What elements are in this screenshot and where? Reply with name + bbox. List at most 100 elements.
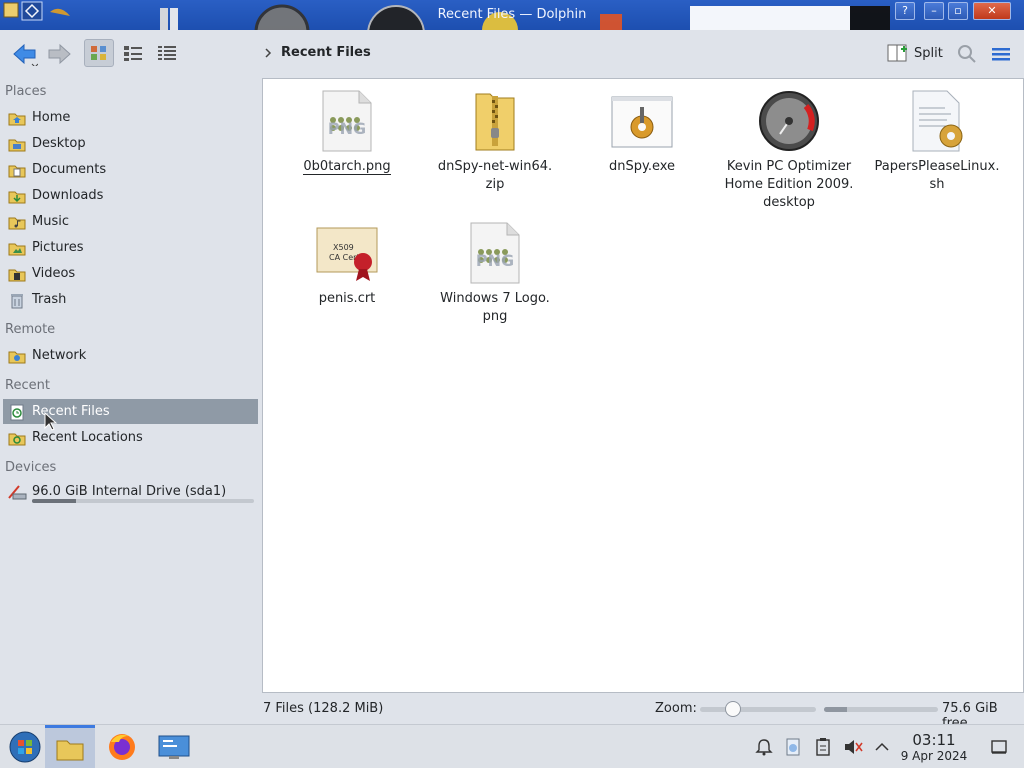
zoom-label: Zoom: [655,701,697,716]
sidebar-item-label: Documents [32,162,107,177]
volume-muted-icon [845,740,863,754]
file-item[interactable]: PNG 0b0tarch.png [277,89,417,176]
hard-drive-icon [7,483,27,501]
file-name: PapersPleaseLinux. sh [874,159,1000,192]
maximize-button[interactable]: ▫ [948,2,968,20]
exe-gear-icon [610,89,674,153]
chevron-right-icon [265,47,272,58]
forward-arrow-icon [48,43,71,65]
status-bar: 7 Files (128.2 MiB) Zoom: 75.6 GiB free [262,696,1024,731]
clock-date: 9 Apr 2024 [900,749,968,763]
digital-clock[interactable]: 03:11 9 Apr 2024 [896,731,972,764]
search-button[interactable] [954,39,980,69]
pictures-folder-icon [7,239,27,257]
breadcrumb[interactable]: Recent Files [264,45,371,60]
sidebar-item-desktop[interactable]: Desktop [3,131,258,156]
search-icon [958,45,976,63]
sidebar-item-pictures[interactable]: Pictures [3,235,258,260]
section-places: Places [5,84,47,99]
section-recent: Recent [5,378,50,393]
sidebar-item-label: Downloads [32,188,104,203]
folder-icon [56,740,84,760]
videos-folder-icon [7,265,27,283]
hamburger-menu-icon [992,48,1010,61]
breadcrumb-current[interactable]: Recent Files [281,45,371,60]
downloads-folder-icon [7,187,27,205]
file-item[interactable]: Kevin PC Optimizer Home Edition 2009. de… [719,89,859,212]
hamburger-menu-button[interactable] [988,39,1014,69]
sidebar-item-trash[interactable]: Trash [3,287,258,312]
desktop-folder-icon [7,135,27,153]
script-icon [905,89,969,153]
sidebar-item-label: Music [32,214,69,229]
sidebar-item-label: Videos [32,266,76,281]
taskbar-system-settings[interactable] [149,725,199,768]
close-button[interactable]: ✕ [973,2,1011,20]
back-button[interactable] [8,39,40,69]
icons-view-button[interactable] [84,39,114,67]
help-button[interactable]: ? [895,2,915,20]
compact-view-button[interactable] [118,39,148,67]
back-arrow-icon [13,43,38,66]
show-hidden-icons-button[interactable] [871,737,893,757]
sidebar-item-label: Recent Locations [32,430,143,445]
sidebar-item-recent-files[interactable]: Recent Files [3,399,258,424]
notifications-tray[interactable] [753,737,775,757]
split-view-icon [887,44,907,62]
file-name: penis.crt [318,291,376,306]
file-item[interactable]: PNG Windows 7 Logo. png [425,221,565,326]
icons-view-icon [91,46,106,60]
file-view[interactable]: PNG 0b0tarch.png dnSpy-net-win64. zip dn… [262,78,1024,693]
file-item[interactable]: X509 CA Cert penis.crt [277,221,417,308]
places-panel: Places Home Desktop Documents Downloads … [0,78,262,724]
documents-folder-icon [7,161,27,179]
sidebar-item-documents[interactable]: Documents [3,157,258,182]
sidebar-item-recent-locations[interactable]: Recent Locations [3,425,258,450]
clock-time: 03:11 [912,731,956,749]
home-folder-icon [7,109,27,127]
details-view-button[interactable] [152,39,182,67]
forward-button[interactable] [44,39,76,69]
start-orb-icon [9,731,41,763]
window-titlebar[interactable]: Recent Files — Dolphin ? – ▫ ✕ [0,0,1024,30]
clipboard-tray[interactable] [812,737,834,757]
show-desktop-button[interactable] [988,737,1010,757]
sidebar-item-label: Trash [32,292,67,307]
zoom-slider[interactable] [700,701,816,717]
file-item[interactable]: dnSpy.exe [572,89,712,176]
sidebar-item-videos[interactable]: Videos [3,261,258,286]
split-button[interactable]: Split [887,43,943,63]
sidebar-item-network[interactable]: Network [3,343,258,368]
taskbar-firefox[interactable] [97,725,147,768]
sidebar-item-music[interactable]: Music [3,209,258,234]
firefox-icon [109,734,135,760]
file-item[interactable]: PapersPleaseLinux. sh [867,89,1007,194]
minimize-button[interactable]: – [924,2,944,20]
start-menu-button[interactable] [0,725,50,768]
show-desktop-icon [991,740,1007,754]
taskbar-dolphin[interactable] [45,725,95,768]
toolbar: Recent Files Split [0,30,1024,78]
file-name: Windows 7 Logo. png [440,291,550,324]
free-space-bar [824,707,938,712]
sidebar-item-downloads[interactable]: Downloads [3,183,258,208]
taskbar: 03:11 9 Apr 2024 [0,724,1024,768]
zoom-slider-handle[interactable] [725,701,741,717]
clipboard-app-tray[interactable] [782,737,804,757]
sidebar-item-home[interactable]: Home [3,105,258,130]
file-count: 7 Files (128.2 MiB) [263,701,384,716]
recent-locations-folder-icon [7,429,27,447]
svg-text:PNG: PNG [476,251,514,270]
document-clock-icon [786,738,800,756]
bell-icon [755,739,773,756]
sidebar-item-label: 96.0 GiB Internal Drive (sda1) [32,484,227,499]
file-item[interactable]: dnSpy-net-win64. zip [425,89,565,194]
svg-text:PNG: PNG [328,119,366,138]
settings-monitor-icon [158,735,190,759]
file-name: dnSpy.exe [608,159,676,174]
music-folder-icon [7,213,27,231]
drive-usage-bar [32,499,254,503]
speedometer-icon [757,89,821,153]
section-remote: Remote [5,322,56,337]
volume-tray[interactable] [842,737,864,757]
